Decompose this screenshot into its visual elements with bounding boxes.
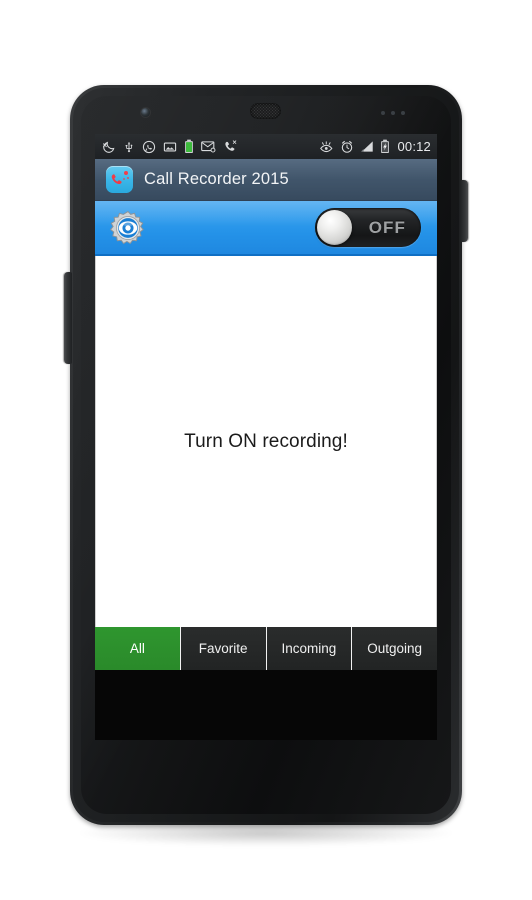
tab-outgoing-label: Outgoing	[367, 641, 423, 656]
call-recorder-app-icon	[106, 166, 133, 193]
recording-indicator-dot	[124, 171, 128, 175]
tab-incoming[interactable]: Incoming	[266, 627, 353, 670]
email-icon	[201, 141, 216, 153]
usb-icon	[125, 141, 133, 152]
front-camera-icon	[141, 108, 150, 117]
tab-favorite[interactable]: Favorite	[180, 627, 267, 670]
app-title-bar: Call Recorder 2015	[95, 159, 437, 201]
page-title: Call Recorder 2015	[144, 170, 289, 188]
recording-wave-dot-tiny	[123, 178, 125, 180]
proximity-sensor-icon	[381, 111, 385, 115]
smart-stay-eye-icon	[320, 140, 333, 152]
light-sensor-icon	[391, 111, 395, 115]
settings-gear-eye-icon[interactable]	[109, 209, 147, 247]
charging-battery-icon	[381, 139, 390, 153]
missed-call-icon	[225, 139, 237, 151]
power-button[interactable]	[460, 180, 468, 242]
android-status-bar: 00:12	[95, 134, 437, 159]
do-not-disturb-icon	[102, 141, 115, 153]
screenshot-icon	[163, 141, 177, 152]
screenshot-canvas: 00:12 Call Recorder 2015 OFF Turn ON rec…	[0, 0, 532, 900]
notification-led-icon	[401, 111, 405, 115]
switch-knob[interactable]	[317, 210, 352, 245]
switch-state-label: OFF	[368, 217, 406, 237]
volume-rocker-button[interactable]	[64, 272, 72, 364]
signal-bars-icon	[361, 141, 374, 152]
tab-favorite-label: Favorite	[198, 641, 248, 656]
status-bar-system-icons: 00:12	[319, 139, 431, 154]
recording-toggle-bar: OFF	[95, 201, 437, 256]
recording-wave-dot-small	[127, 177, 129, 179]
tab-all[interactable]: All	[95, 627, 181, 670]
recordings-list-area: Turn ON recording!	[95, 256, 437, 627]
navigation-bar-area	[95, 670, 437, 740]
recording-on-off-switch[interactable]: OFF	[315, 208, 421, 247]
whatsapp-icon	[142, 140, 156, 153]
empty-state-message: Turn ON recording!	[184, 430, 348, 452]
phone-screen: 00:12 Call Recorder 2015 OFF Turn ON rec…	[95, 134, 437, 740]
status-bar-notification-icons	[102, 139, 319, 154]
tab-all-label: All	[129, 641, 145, 656]
tab-outgoing[interactable]: Outgoing	[352, 627, 437, 670]
phone-handset-icon	[111, 174, 122, 185]
filter-tab-bar: All Favorite Incoming Outgoing	[95, 627, 437, 670]
tab-incoming-label: Incoming	[281, 641, 337, 656]
status-bar-clock: 00:12	[397, 139, 431, 154]
alarm-clock-icon	[342, 140, 353, 153]
earpiece-speaker-icon	[250, 103, 281, 119]
battery-status-icon	[185, 139, 193, 153]
